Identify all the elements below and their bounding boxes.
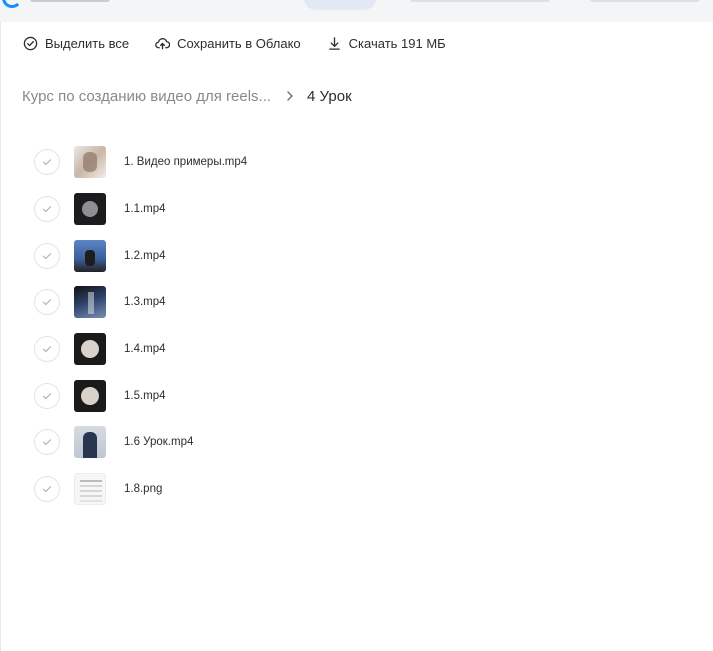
list-item[interactable]: 1.1.mp4 — [34, 186, 674, 233]
top-nav-link[interactable] — [590, 0, 700, 2]
select-checkbox[interactable] — [34, 382, 60, 409]
cloud-upload-icon — [155, 37, 171, 49]
file-name: 1. Видео примеры.mp4 — [124, 156, 248, 169]
breadcrumb: Курс по созданию видео для reels... 4 Ур… — [22, 86, 352, 106]
top-nav-active-tab[interactable] — [304, 0, 376, 10]
list-item[interactable]: 1.3.mp4 — [34, 279, 674, 326]
check-icon — [42, 486, 52, 493]
video-thumbnail — [74, 333, 106, 366]
select-checkbox[interactable] — [34, 429, 60, 456]
check-icon — [42, 299, 52, 306]
breadcrumb-parent-link[interactable]: Курс по созданию видео для reels... — [22, 88, 271, 105]
file-name: 1.5.mp4 — [124, 389, 166, 402]
check-icon — [42, 392, 52, 399]
select-all-label: Выделить все — [45, 35, 130, 51]
select-checkbox[interactable] — [34, 149, 60, 176]
check-icon — [42, 252, 52, 259]
file-name: 1.8.png — [124, 483, 163, 496]
video-thumbnail — [74, 426, 106, 459]
list-item[interactable]: 1. Видео примеры.mp4 — [34, 139, 674, 186]
top-nav-link[interactable] — [410, 0, 550, 2]
select-checkbox[interactable] — [34, 242, 60, 269]
select-checkbox[interactable] — [34, 476, 60, 503]
list-item[interactable]: 1.4.mp4 — [34, 326, 674, 373]
select-checkbox[interactable] — [34, 289, 60, 316]
check-icon — [42, 346, 52, 353]
top-app-bar — [0, 0, 713, 22]
save-to-cloud-button[interactable]: Сохранить в Облако — [155, 36, 301, 51]
check-icon — [42, 439, 52, 446]
video-thumbnail — [74, 193, 106, 226]
check-icon — [42, 159, 52, 166]
logo-wordmark — [30, 0, 110, 2]
video-thumbnail — [74, 146, 106, 179]
video-thumbnail — [74, 379, 106, 412]
video-thumbnail — [74, 286, 106, 319]
file-name: 1.6 Урок.mp4 — [124, 436, 194, 449]
download-button[interactable]: Скачать 191 МБ — [327, 36, 446, 51]
toolbar: Выделить все Сохранить в Облако Скачать … — [23, 34, 472, 52]
select-all-button[interactable]: Выделить все — [23, 36, 129, 51]
file-name: 1.4.mp4 — [124, 343, 166, 356]
save-to-cloud-label: Сохранить в Облако — [177, 35, 301, 51]
file-name: 1.3.mp4 — [124, 296, 166, 309]
cloud-logo-icon[interactable] — [2, 0, 22, 8]
list-item[interactable]: 1.8.png — [34, 466, 674, 513]
list-item[interactable]: 1.2.mp4 — [34, 232, 674, 279]
select-checkbox[interactable] — [34, 336, 60, 363]
download-label: Скачать 191 МБ — [348, 35, 446, 51]
list-item[interactable]: 1.6 Урок.mp4 — [34, 419, 674, 466]
file-list: 1. Видео примеры.mp4 1.1.mp4 1.2.mp4 1.3… — [34, 139, 674, 513]
download-icon — [328, 36, 340, 50]
list-item[interactable]: 1.5.mp4 — [34, 372, 674, 419]
check-circle-icon — [23, 36, 38, 50]
video-thumbnail — [74, 239, 106, 272]
file-name: 1.2.mp4 — [124, 249, 166, 262]
file-name: 1.1.mp4 — [124, 203, 166, 216]
chevron-right-icon — [287, 91, 293, 101]
image-thumbnail — [74, 473, 106, 506]
select-checkbox[interactable] — [34, 196, 60, 223]
folder-panel: Выделить все Сохранить в Облако Скачать … — [0, 22, 713, 651]
check-icon — [42, 206, 52, 213]
breadcrumb-current: 4 Урок — [307, 87, 352, 105]
